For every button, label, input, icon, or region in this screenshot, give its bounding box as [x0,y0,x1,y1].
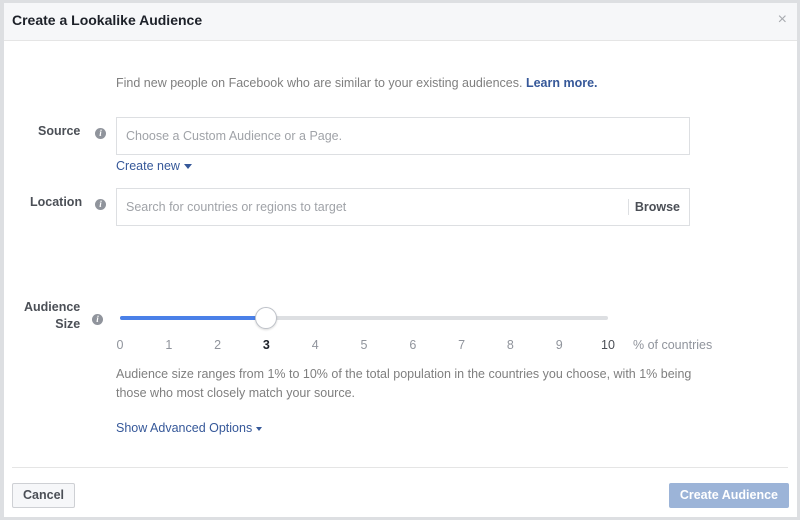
footer-divider [12,467,788,468]
slider-tick-2[interactable]: 2 [214,338,221,352]
location-input[interactable]: Search for countries or regions to targe… [116,188,690,226]
slider-fill [120,316,267,320]
learn-more-link[interactable]: Learn more. [526,76,598,90]
slider-tick-9[interactable]: 9 [556,338,563,352]
show-advanced-options[interactable]: Show Advanced Options [116,421,263,435]
source-info-icon[interactable]: i [95,128,106,139]
location-label: Location [30,195,83,209]
slider-tick-1[interactable]: 1 [165,338,172,352]
show-advanced-options-label: Show Advanced Options [116,421,253,435]
slider-tick-8[interactable]: 8 [507,338,514,352]
slider-tick-5[interactable]: 5 [361,338,368,352]
create-audience-button[interactable]: Create Audience [668,483,789,508]
slider-tick-10[interactable]: 10 [601,338,615,352]
audience-size-label-line2: Size [55,317,81,331]
intro-text: Find new people on Facebook who are simi… [116,76,598,90]
close-icon[interactable]: × [778,12,787,28]
location-info-icon[interactable]: i [95,199,106,210]
slider-tick-7[interactable]: 7 [458,338,465,352]
audience-size-label-line1: Audience [24,300,81,314]
browse-divider [628,199,629,215]
slider-tick-0[interactable]: 0 [117,338,124,352]
caret-down-icon [256,426,263,431]
source-label: Source [38,124,81,138]
source-input[interactable]: Choose a Custom Audience or a Page. [116,117,690,155]
audience-size-label: Audience Size [24,299,80,333]
dialog-title: Create a Lookalike Audience [12,12,203,28]
slider-tick-4[interactable]: 4 [312,338,319,352]
browse-button[interactable]: Browse [635,189,680,225]
slider-thumb[interactable] [255,307,278,329]
location-placeholder: Search for countries or regions to targe… [126,200,347,214]
slider-tick-6[interactable]: 6 [409,338,416,352]
audience-size-slider[interactable] [120,307,608,329]
caret-down-icon [183,164,192,170]
source-placeholder: Choose a Custom Audience or a Page. [126,129,343,143]
create-new-label: Create new [116,159,180,173]
create-new-dropdown[interactable]: Create new [116,159,192,173]
intro-description: Find new people on Facebook who are simi… [116,76,526,90]
lookalike-audience-dialog: Create a Lookalike Audience × Find new p… [4,3,797,517]
audience-size-info-icon[interactable]: i [92,314,103,325]
audience-size-help: Audience size ranges from 1% to 10% of t… [116,367,692,400]
slider-ticks: 0 1 2 3 4 5 6 7 8 9 10 [117,338,615,354]
dialog-header: Create a Lookalike Audience × [4,3,797,41]
slider-unit: % of countries [633,338,713,352]
slider-tick-3[interactable]: 3 [263,338,270,352]
cancel-button[interactable]: Cancel [12,483,75,508]
